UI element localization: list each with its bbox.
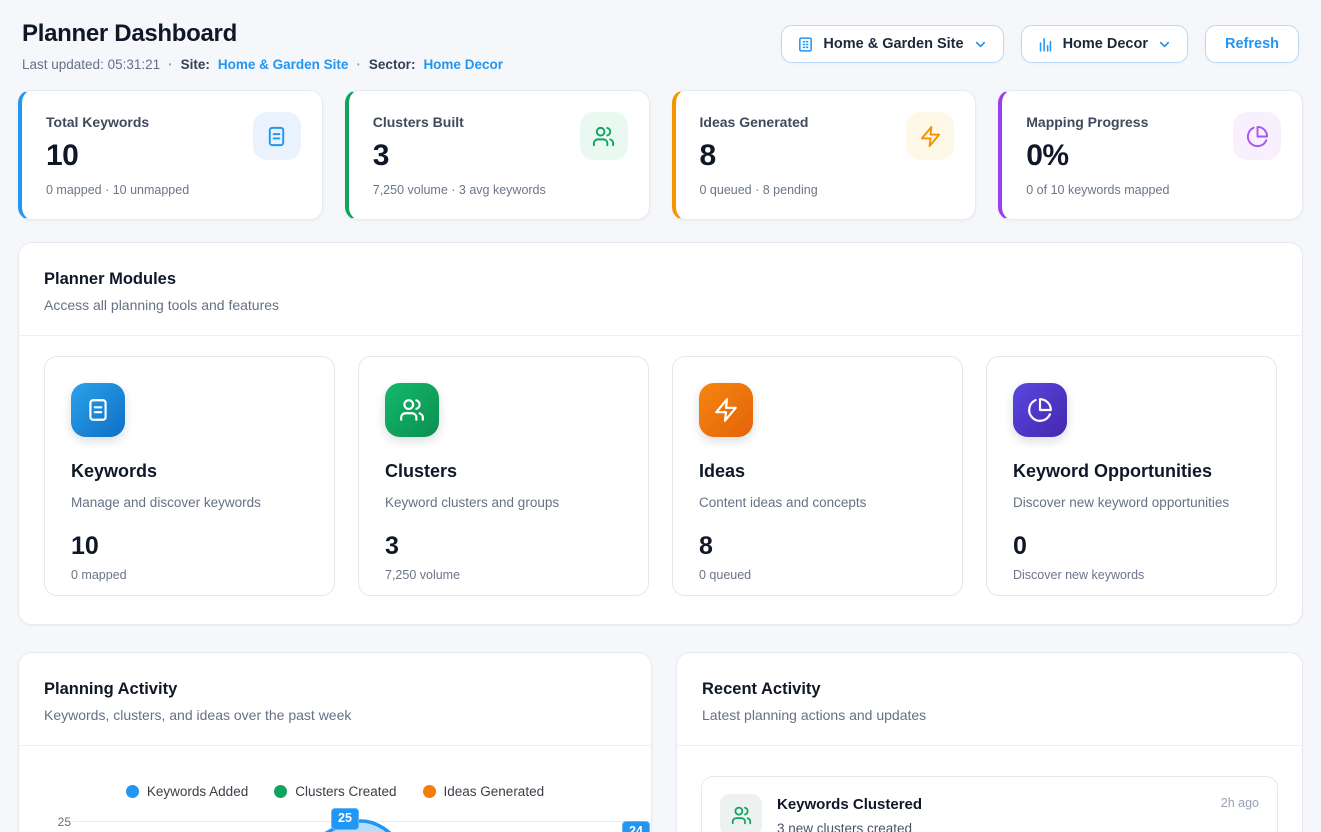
document-icon: [71, 383, 125, 437]
dot-separator: ·: [356, 57, 361, 72]
document-icon: [253, 112, 301, 160]
sector-selector-value: Home Decor: [1063, 36, 1148, 52]
activity-item-keywords-clustered: Keywords Clustered 3 new clusters create…: [701, 776, 1278, 832]
recent-activity-title: Recent Activity: [702, 680, 1277, 699]
planner-modules-panel: Planner Modules Access all planning tool…: [18, 242, 1303, 625]
divider: [19, 745, 651, 746]
planner-dashboard-page: Planner Dashboard Last updated: 05:31:21…: [0, 0, 1321, 832]
sector-selector-dropdown[interactable]: Home Decor: [1021, 25, 1188, 63]
y-axis-tick: 25: [47, 815, 71, 829]
activity-timestamp: 2h ago: [1221, 796, 1259, 832]
pie-chart-icon: [1013, 383, 1067, 437]
stat-card-ideas-generated: Ideas Generated 8 0 queued · 8 pending: [672, 90, 977, 220]
modules-panel-header: Planner Modules Access all planning tool…: [19, 243, 1302, 335]
pie-chart-icon: [1233, 112, 1281, 160]
stats-row: Total Keywords 10 0 mapped · 10 unmapped…: [18, 90, 1303, 220]
activity-body: Keywords Clustered 3 new clusters create…: [777, 794, 1206, 832]
planning-activity-panel: Planning Activity Keywords, clusters, an…: [18, 652, 652, 832]
stat-card-clusters-built: Clusters Built 3 7,250 volume · 3 avg ke…: [345, 90, 650, 220]
planning-activity-header: Planning Activity Keywords, clusters, an…: [19, 653, 651, 745]
module-card-keyword-opportunities[interactable]: Keyword Opportunities Discover new keywo…: [986, 356, 1277, 596]
module-sub: 0 queued: [699, 568, 936, 582]
sector-link[interactable]: Home Decor: [423, 57, 503, 72]
recent-activity-subtitle: Latest planning actions and updates: [702, 707, 1277, 723]
module-title: Ideas: [699, 461, 936, 482]
site-selector-value: Home & Garden Site: [823, 36, 963, 52]
last-updated-text: Last updated: 05:31:21: [22, 57, 160, 72]
data-point-label-24: 24: [622, 821, 650, 832]
module-value: 10: [71, 532, 308, 561]
header-left: Planner Dashboard Last updated: 05:31:21…: [22, 20, 503, 72]
module-value: 3: [385, 532, 622, 561]
site-label: Site:: [181, 57, 210, 72]
site-link[interactable]: Home & Garden Site: [218, 57, 349, 72]
planning-activity-subtitle: Keywords, clusters, and ideas over the p…: [44, 707, 626, 723]
page-title: Planner Dashboard: [22, 20, 503, 48]
divider: [677, 745, 1302, 746]
users-icon: [720, 794, 762, 832]
activity-line-chart: 25 25 24: [19, 799, 651, 832]
stat-card-mapping-progress: Mapping Progress 0% 0 of 10 keywords map…: [998, 90, 1303, 220]
users-icon: [580, 112, 628, 160]
activity-description: 3 new clusters created: [777, 821, 1206, 832]
module-description: Manage and discover keywords: [71, 495, 308, 510]
stat-sub: 0 mapped · 10 unmapped: [46, 183, 298, 197]
module-description: Content ideas and concepts: [699, 495, 936, 510]
stat-sub: 0 queued · 8 pending: [700, 183, 952, 197]
chevron-down-icon: [973, 37, 988, 52]
recent-activity-panel: Recent Activity Latest planning actions …: [676, 652, 1303, 832]
module-description: Discover new keyword opportunities: [1013, 495, 1250, 510]
chevron-down-icon: [1157, 37, 1172, 52]
lightning-icon: [699, 383, 753, 437]
module-sub: 0 mapped: [71, 568, 308, 582]
stat-card-total-keywords: Total Keywords 10 0 mapped · 10 unmapped: [18, 90, 323, 220]
data-point-label-25: 25: [331, 808, 359, 830]
users-icon: [385, 383, 439, 437]
modules-grid: Keywords Manage and discover keywords 10…: [19, 336, 1302, 624]
refresh-button[interactable]: Refresh: [1205, 25, 1299, 63]
module-title: Keywords: [71, 461, 308, 482]
module-description: Keyword clusters and groups: [385, 495, 622, 510]
planning-activity-title: Planning Activity: [44, 680, 626, 699]
module-sub: 7,250 volume: [385, 568, 622, 582]
module-value: 8: [699, 532, 936, 561]
site-selector-dropdown[interactable]: Home & Garden Site: [781, 25, 1003, 63]
module-sub: Discover new keywords: [1013, 568, 1250, 582]
module-card-keywords[interactable]: Keywords Manage and discover keywords 10…: [44, 356, 335, 596]
module-card-clusters[interactable]: Clusters Keyword clusters and groups 3 7…: [358, 356, 649, 596]
building-icon: [797, 36, 814, 53]
modules-subtitle: Access all planning tools and features: [44, 297, 1277, 313]
recent-activity-header: Recent Activity Latest planning actions …: [677, 653, 1302, 745]
stat-sub: 0 of 10 keywords mapped: [1026, 183, 1278, 197]
sector-label: Sector:: [369, 57, 416, 72]
page-subheader: Last updated: 05:31:21 · Site: Home & Ga…: [22, 57, 503, 72]
module-title: Clusters: [385, 461, 622, 482]
stat-sub: 7,250 volume · 3 avg keywords: [373, 183, 625, 197]
lightning-icon: [906, 112, 954, 160]
activity-title: Keywords Clustered: [777, 796, 1206, 813]
header-actions: Home & Garden Site Home Decor Refresh: [781, 25, 1299, 63]
module-card-ideas[interactable]: Ideas Content ideas and concepts 8 0 que…: [672, 356, 963, 596]
module-value: 0: [1013, 532, 1250, 561]
page-header: Planner Dashboard Last updated: 05:31:21…: [18, 20, 1303, 72]
bottom-row: Planning Activity Keywords, clusters, an…: [18, 652, 1303, 832]
dot-separator: ·: [168, 57, 173, 72]
module-title: Keyword Opportunities: [1013, 461, 1250, 482]
bar-chart-icon: [1037, 36, 1054, 53]
modules-title: Planner Modules: [44, 270, 1277, 289]
